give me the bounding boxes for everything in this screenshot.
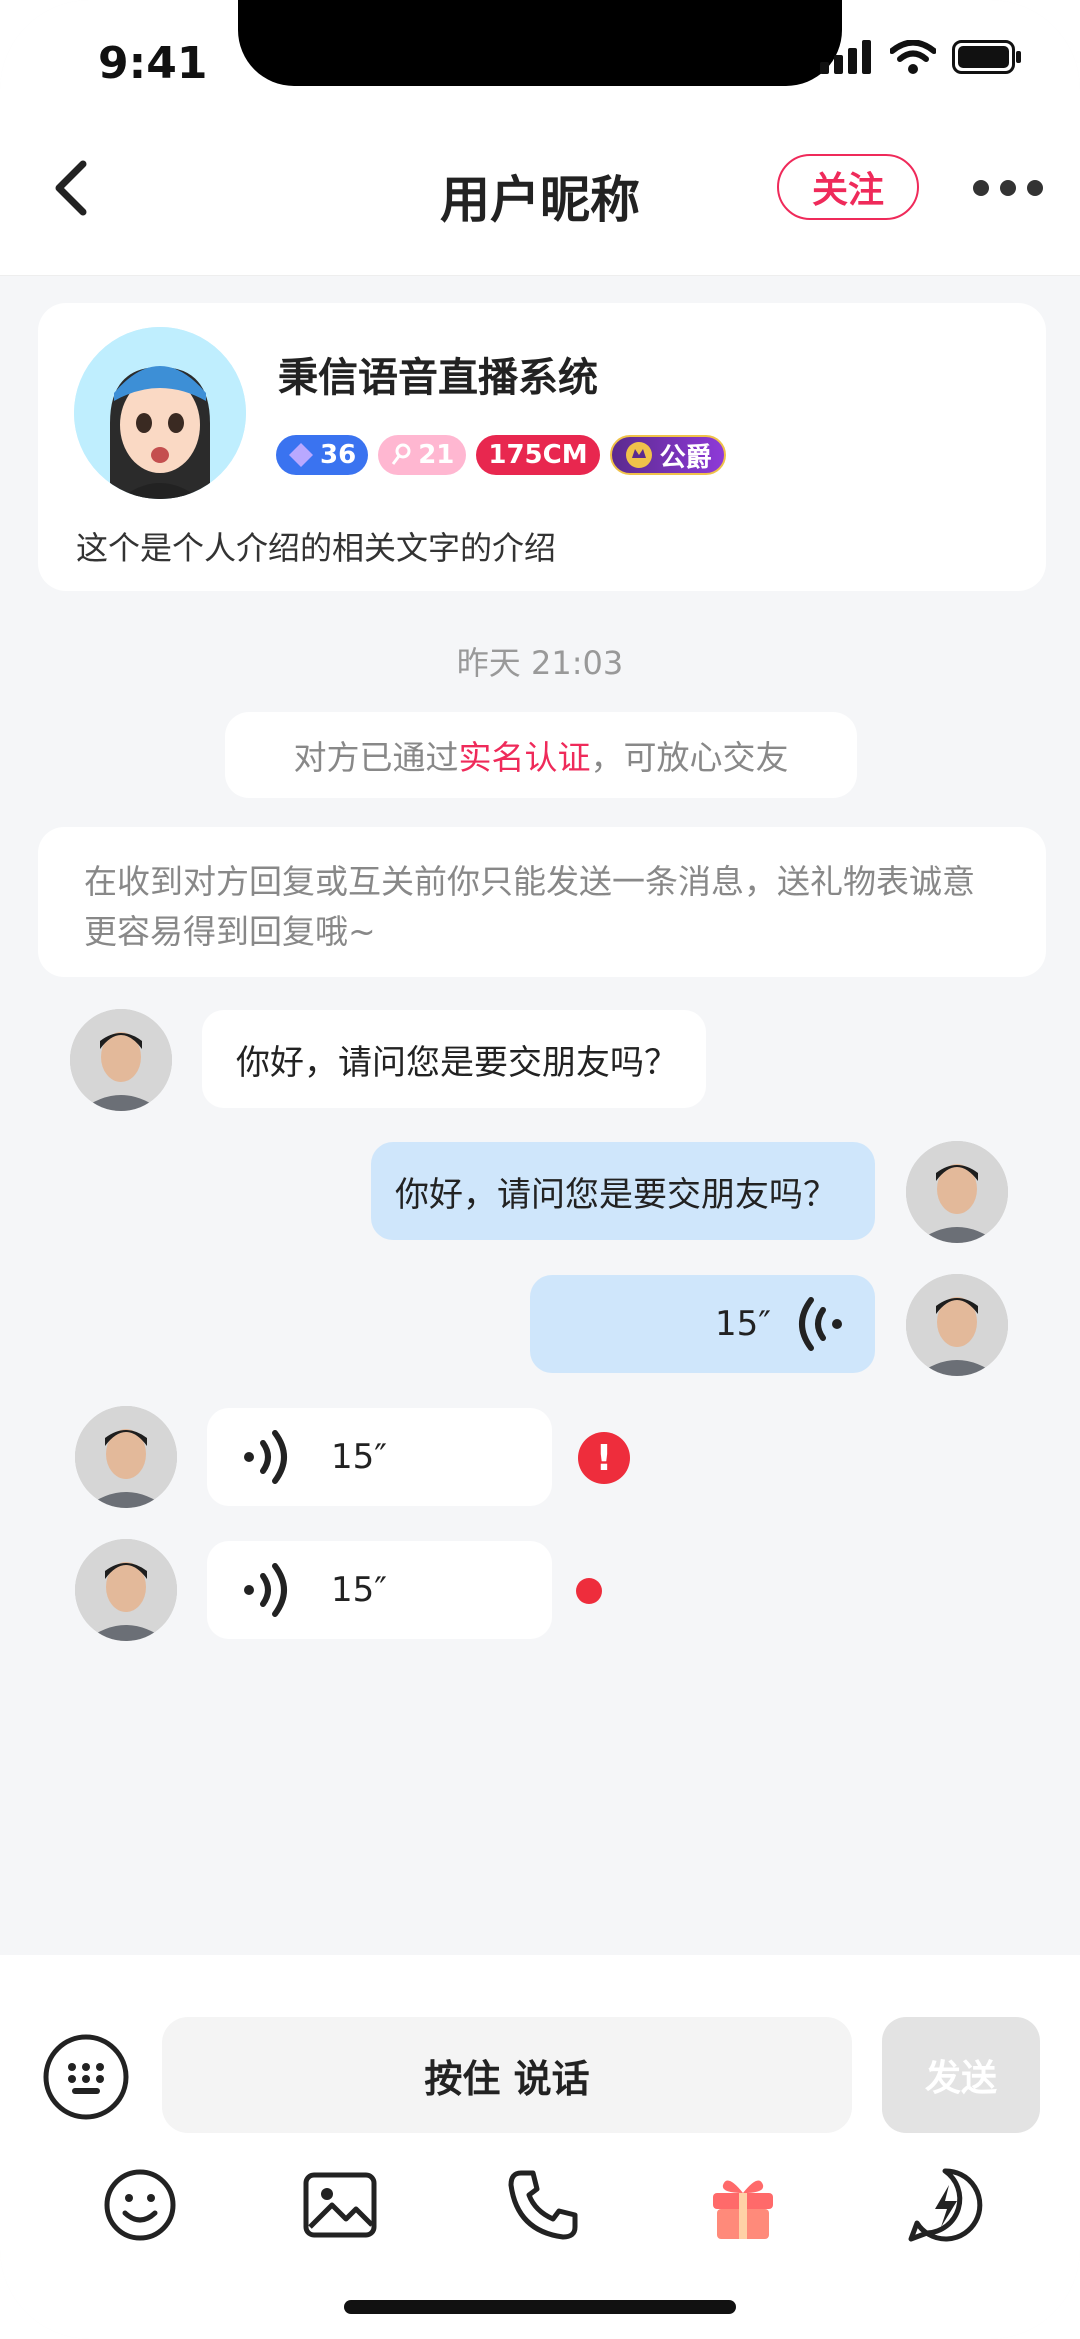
man-avatar-icon [906, 1141, 1008, 1243]
level-badge: 36 [276, 435, 369, 475]
signal-icon [820, 40, 871, 74]
age-value: 21 [418, 440, 455, 470]
voice-duration: 15″ [331, 1437, 387, 1477]
chat-timestamp: 昨天 21:03 [456, 644, 624, 682]
more-icon[interactable] [972, 178, 1044, 198]
flash-chat-icon[interactable] [905, 2165, 985, 2245]
status-icons [820, 40, 1022, 74]
age-badge: 21 [378, 435, 467, 475]
voice-bubble[interactable]: 15″ [207, 1408, 552, 1506]
noble-badge: 公爵 [609, 435, 726, 475]
status-bar: 9:41 [0, 0, 1080, 130]
verify-prefix: 对方已通过 [293, 738, 459, 777]
phone-icon[interactable] [503, 2165, 583, 2245]
profile-avatar[interactable] [74, 327, 246, 499]
self-avatar[interactable] [906, 1141, 1008, 1243]
battery-icon [952, 40, 1021, 74]
profile-bio: 这个是个人介绍的相关文字的介绍 [76, 529, 557, 567]
unread-dot [576, 1578, 602, 1604]
gift-icon[interactable] [703, 2165, 783, 2245]
status-time: 9:41 [98, 38, 208, 89]
message-text: 你好，请问您是要交朋友吗？ [236, 1042, 678, 1083]
hold-to-talk-button[interactable]: 按住 说话 [162, 2017, 852, 2133]
message-limit-notice: 在收到对方回复或互关前你只能发送一条消息，送礼物表诚意更容易得到回复哦~ [38, 827, 1046, 977]
profile-badges: 36 21 175CM 公爵 [276, 435, 726, 475]
profile-name: 秉信语音直播系统 [278, 355, 598, 401]
diamond-icon [289, 443, 313, 467]
home-indicator [344, 2300, 736, 2314]
verify-notice: 对方已通过 实名认证 ，可放心交友 [225, 712, 857, 798]
female-icon [391, 443, 411, 465]
profile-card[interactable]: 秉信语音直播系统 36 21 175CM 公爵 这个是个人介绍的相关文字的介绍 [38, 303, 1046, 591]
wifi-icon [890, 40, 936, 74]
chat-screen: 9:41 用户昵称 关注 秉信语音直播系统 36 21 175CM 公爵 这个是… [0, 0, 1080, 2339]
verify-suffix: ，可放心交友 [590, 738, 789, 777]
peer-avatar[interactable] [75, 1539, 177, 1641]
voice-wave-icon [244, 1430, 287, 1484]
voice-wave-icon [244, 1563, 287, 1617]
height-badge: 175CM [476, 435, 600, 475]
peer-avatar[interactable] [75, 1406, 177, 1508]
page-title: 用户昵称 [440, 171, 640, 229]
voice-bubble-self[interactable]: 15″ [530, 1275, 875, 1373]
follow-button[interactable]: 关注 [777, 154, 919, 220]
message-bubble-self[interactable]: 你好，请问您是要交朋友吗？ [371, 1142, 875, 1240]
emoji-icon[interactable] [100, 2165, 180, 2245]
man-avatar-icon [906, 1274, 1008, 1376]
input-panel: 按住 说话 发送 [0, 1955, 1080, 2339]
peer-avatar[interactable] [70, 1009, 172, 1111]
send-failed-icon[interactable]: ! [578, 1432, 630, 1484]
man-avatar-icon [75, 1406, 177, 1508]
height-value: 175CM [488, 440, 588, 470]
noble-crest-icon [625, 442, 652, 468]
level-value: 36 [320, 440, 357, 470]
image-icon[interactable] [300, 2165, 380, 2245]
notch [238, 0, 842, 86]
voice-duration: 15″ [715, 1304, 771, 1344]
man-avatar-icon [70, 1009, 172, 1111]
message-text: 你好，请问您是要交朋友吗？ [395, 1174, 837, 1215]
cartoon-avatar-icon [74, 327, 246, 499]
keyboard-icon[interactable] [42, 2033, 130, 2121]
man-avatar-icon [75, 1539, 177, 1641]
voice-bubble[interactable]: 15″ [207, 1541, 552, 1639]
noble-title: 公爵 [659, 442, 712, 473]
verify-highlight[interactable]: 实名认证 [459, 731, 591, 779]
self-avatar[interactable] [906, 1274, 1008, 1376]
nav-bar: 用户昵称 关注 [0, 130, 1080, 276]
message-bubble[interactable]: 你好，请问您是要交朋友吗？ [202, 1010, 706, 1108]
voice-wave-icon [799, 1297, 842, 1351]
voice-duration: 15″ [331, 1570, 387, 1610]
send-button[interactable]: 发送 [882, 2017, 1040, 2133]
